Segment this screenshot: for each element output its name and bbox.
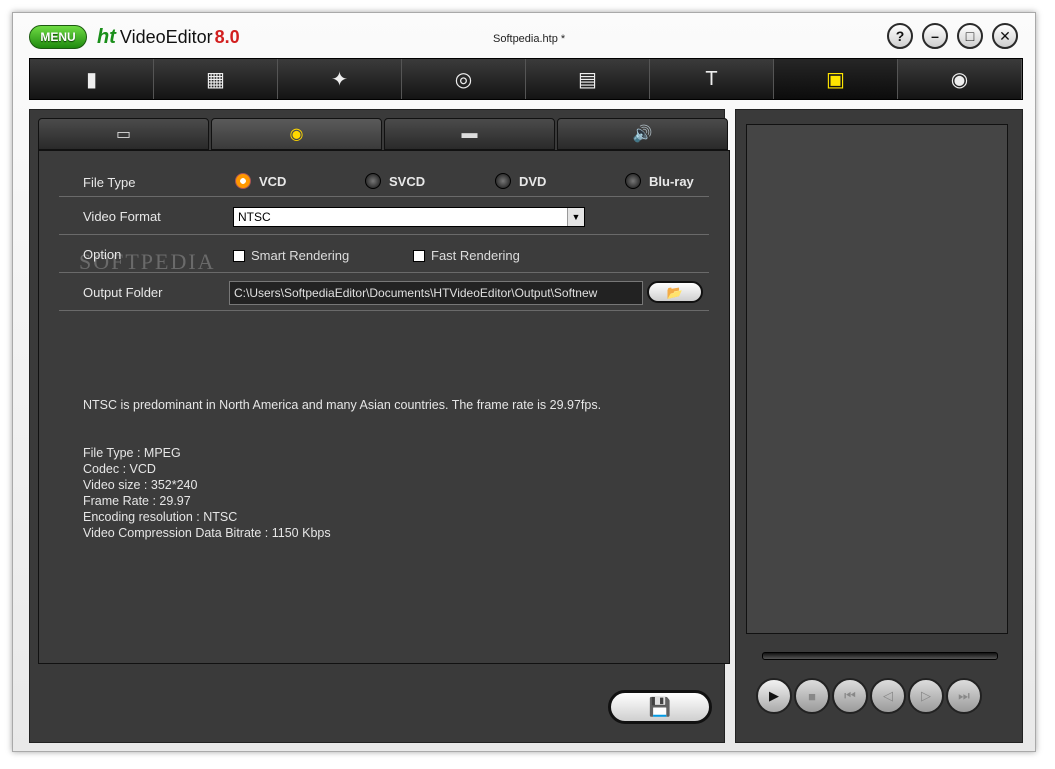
- radio-bluray[interactable]: Blu-ray: [625, 173, 694, 189]
- app-window: MENU ht VideoEditor 8.0 Softpedia.htp * …: [12, 12, 1036, 752]
- radio-vcd[interactable]: VCD: [235, 173, 286, 189]
- checkbox-icon: [413, 249, 425, 262]
- disc-burn-icon[interactable]: ◉: [898, 59, 1022, 99]
- step-back-icon: ◁: [883, 688, 893, 703]
- output-tabs: ▭ ◉ ▬ 🔊: [38, 118, 730, 150]
- close-button[interactable]: ✕: [992, 23, 1018, 49]
- fast-rendering-checkbox[interactable]: Fast Rendering: [413, 248, 520, 263]
- text-icon[interactable]: T: [650, 59, 774, 99]
- logo-version: 8.0: [214, 26, 240, 47]
- radio-dvd[interactable]: DVD: [495, 173, 546, 189]
- stop-icon: ■: [808, 688, 816, 704]
- radio-label: SVCD: [389, 173, 426, 189]
- filmstrip-icon[interactable]: ▤: [526, 59, 650, 99]
- chevron-down-icon[interactable]: ▼: [567, 208, 584, 226]
- skip-back-icon: ⏮: [844, 688, 856, 703]
- radio-selected-icon: [235, 173, 251, 189]
- transition-icon[interactable]: ◎: [402, 59, 526, 99]
- step-back-button[interactable]: ◁: [870, 678, 906, 714]
- save-output-button[interactable]: 💾: [608, 690, 712, 724]
- checkbox-label: Fast Rendering: [431, 248, 520, 263]
- info-video-size: Video size : 352*240: [83, 478, 198, 492]
- maximize-button[interactable]: □: [957, 23, 983, 49]
- checkbox-label: Smart Rendering: [251, 248, 350, 263]
- minimize-button[interactable]: –: [922, 23, 948, 49]
- file-type-row: File Type VCD SVCD DVD Blu-ray: [59, 159, 709, 197]
- go-to-end-button[interactable]: ⏭: [946, 678, 982, 714]
- radio-label: VCD: [259, 173, 287, 189]
- skip-forward-icon: ⏭: [958, 688, 970, 703]
- option-label: Option: [83, 247, 122, 262]
- radio-svcd[interactable]: SVCD: [365, 173, 425, 189]
- preview-panel: ▶ ■ ⏮ ◁ ▷ ⏭: [735, 109, 1023, 743]
- info-frame-rate: Frame Rate : 29.97: [83, 494, 191, 508]
- play-button[interactable]: ▶: [756, 678, 792, 714]
- tab-film-icon[interactable]: ▭: [38, 118, 209, 150]
- go-to-start-button[interactable]: ⏮: [832, 678, 868, 714]
- browse-folder-button[interactable]: 📂: [647, 281, 703, 303]
- play-icon: ▶: [769, 688, 779, 703]
- app-logo: ht VideoEditor 8.0: [97, 25, 240, 49]
- menu-button[interactable]: MENU: [29, 25, 87, 49]
- video-format-select[interactable]: NTSC ▼: [233, 207, 585, 227]
- info-codec: Codec : VCD: [83, 462, 156, 476]
- radio-unselected-icon: [625, 173, 641, 189]
- info-file-type: File Type : MPEG: [83, 446, 181, 460]
- output-folder-input[interactable]: C:\Users\SoftpediaEditor\Documents\HTVid…: [229, 281, 643, 305]
- output-panel: ▭ ◉ ▬ 🔊 SOFTPEDIA File Type VCD SVCD DVD: [29, 109, 730, 743]
- info-bitrate: Video Compression Data Bitrate : 1150 Kb…: [83, 526, 331, 540]
- tab-clapper-icon[interactable]: ▬: [384, 118, 555, 150]
- save-disk-icon: 💾: [648, 697, 672, 717]
- tab-disc-icon[interactable]: ◉: [211, 118, 382, 150]
- preview-screen: [746, 124, 1008, 634]
- new-page-icon[interactable]: ▮: [30, 59, 154, 99]
- save-disk-icon[interactable]: ▣: [774, 59, 898, 99]
- output-folder-label: Output Folder: [83, 285, 163, 300]
- format-description: NTSC is predominant in North America and…: [83, 398, 602, 412]
- folder-open-icon: 📂: [666, 285, 684, 300]
- video-format-row: Video Format NTSC ▼: [59, 197, 709, 235]
- radio-label: Blu-ray: [649, 173, 694, 189]
- camera-capture-icon[interactable]: ▦: [154, 59, 278, 99]
- video-format-label: Video Format: [83, 209, 161, 224]
- playback-progress-bar[interactable]: [762, 652, 998, 660]
- info-encoding: Encoding resolution : NTSC: [83, 510, 238, 524]
- radio-unselected-icon: [495, 173, 511, 189]
- tab-speaker-icon[interactable]: 🔊: [557, 118, 728, 150]
- settings-content: SOFTPEDIA File Type VCD SVCD DVD Blu-ray…: [38, 150, 730, 664]
- help-button[interactable]: ?: [887, 23, 913, 49]
- logo-prefix: ht: [97, 25, 116, 48]
- output-folder-row: Output Folder C:\Users\SoftpediaEditor\D…: [59, 273, 709, 311]
- playback-controls: ▶ ■ ⏮ ◁ ▷ ⏭: [756, 678, 982, 714]
- step-forward-icon: ▷: [921, 688, 931, 703]
- file-type-label: File Type: [83, 175, 136, 190]
- radio-label: DVD: [519, 173, 547, 189]
- step-forward-button[interactable]: ▷: [908, 678, 944, 714]
- checkbox-icon: [233, 249, 245, 262]
- radio-unselected-icon: [365, 173, 381, 189]
- smart-rendering-checkbox[interactable]: Smart Rendering: [233, 248, 349, 263]
- main-toolbar: ▮ ▦ ✦ ◎ ▤ T ▣ ◉: [29, 58, 1023, 100]
- document-title: Softpedia.htp *: [493, 33, 566, 45]
- stop-button[interactable]: ■: [794, 678, 830, 714]
- logo-name: VideoEditor: [119, 26, 213, 47]
- select-value: NTSC: [238, 210, 271, 224]
- magic-wand-icon[interactable]: ✦: [278, 59, 402, 99]
- option-row: Option Smart Rendering Fast Rendering: [59, 235, 709, 273]
